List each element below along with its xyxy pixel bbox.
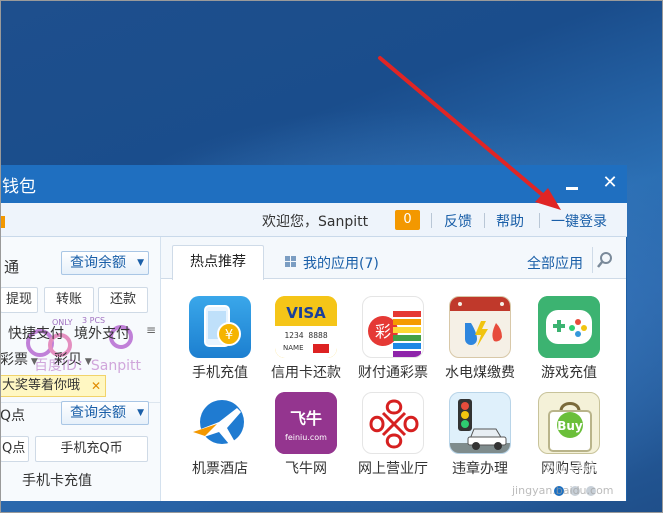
chevron-down-icon: ▼: [137, 408, 144, 418]
utilities-icon: [449, 296, 511, 358]
app-game-recharge[interactable]: 游戏充值: [524, 296, 614, 386]
close-icon[interactable]: ✕: [91, 376, 101, 396]
promo-banner[interactable]: 大奖等着你哦 ✕: [0, 375, 106, 397]
feiniu-logo-text: 飞牛: [290, 409, 322, 428]
tabs-bar: 热点推荐 我的应用(7) 全部应用: [161, 237, 626, 280]
buy-bag-icon: Buy: [538, 392, 600, 454]
phone-card-recharge-link[interactable]: 手机卡充值: [22, 470, 92, 490]
app-label: 水电煤缴费: [445, 365, 515, 381]
toolbar-divider: [431, 213, 432, 228]
chevron-down-icon: ▼: [137, 258, 144, 268]
app-label: 网购导航: [541, 461, 597, 477]
app-label: 信用卡还款: [271, 365, 341, 381]
svg-text:彩: 彩: [375, 322, 391, 341]
overseas-pay-link[interactable]: 境外支付: [74, 323, 130, 343]
traffic-car-icon: [449, 392, 511, 454]
app-label: 违章办理: [452, 461, 508, 477]
app-utilities[interactable]: 水电煤缴费: [435, 296, 525, 386]
chevron-down-icon: ▼: [82, 357, 92, 367]
app-traffic-violation[interactable]: 违章办理: [435, 392, 525, 482]
one-click-login-link[interactable]: 一键登录: [551, 211, 607, 231]
app-label: 手机充值: [192, 365, 248, 381]
app-credit-card[interactable]: VISA 1234 8888 NAME 信用卡还款: [261, 296, 351, 386]
buy-text: Buy: [557, 419, 583, 433]
toolbar-divider: [484, 213, 485, 228]
mobile-qcoin-button[interactable]: 手机充Q币: [35, 436, 148, 462]
plane-icon: [189, 392, 251, 454]
app-shopping-guide[interactable]: Buy 网购导航: [524, 392, 614, 482]
page-dot[interactable]: [570, 486, 580, 496]
query-balance-label: 查询余额: [70, 255, 126, 271]
query-qpoint-balance-button[interactable]: 查询余额 ▼: [61, 401, 149, 425]
service-name: 通: [4, 258, 20, 276]
unicom-icon: [362, 392, 424, 454]
svg-text:¥: ¥: [225, 328, 233, 343]
search-icon: [597, 252, 612, 268]
page-indicator: [554, 486, 614, 498]
page-dot[interactable]: [554, 486, 564, 496]
message-count-badge[interactable]: 0: [395, 210, 420, 230]
app-label: 财付通彩票: [358, 365, 428, 381]
cowry-menu[interactable]: 彩贝 ▼: [54, 349, 92, 369]
qpoint-recharge-button[interactable]: Q点: [0, 436, 29, 462]
repay-button[interactable]: 还款: [98, 287, 148, 313]
feiniu-icon: 飞牛 feiniu.com: [275, 392, 337, 454]
app-flights-hotels[interactable]: 机票酒店: [175, 392, 265, 482]
page-dot[interactable]: [586, 486, 596, 496]
app-feiniu[interactable]: 飞牛 feiniu.com 飞牛网: [261, 392, 351, 482]
top-toolbar: 欢迎您，Sanpitt 0 反馈 帮助 一键登录: [0, 203, 627, 237]
search-button[interactable]: [592, 247, 620, 273]
feiniu-url-text: feiniu.com: [285, 433, 327, 442]
wallet-window: 钱包 ✕ 欢迎您，Sanpitt 0 反馈 帮助 一键登录 ONLY 3 PCS…: [0, 165, 627, 501]
more-menu-icon[interactable]: ≡: [146, 323, 156, 337]
chevron-down-icon: ▼: [28, 357, 38, 367]
help-link[interactable]: 帮助: [496, 211, 524, 231]
feedback-link[interactable]: 反馈: [444, 211, 472, 231]
visa-text: VISA: [286, 304, 326, 322]
app-label: 网上营业厅: [358, 461, 428, 477]
account-panel: ONLY 3 PCS 通 查询余额 ▼ 百度ID：Sanpitt 提现 转账 还…: [0, 237, 161, 501]
qpoint-label: Q点: [0, 408, 26, 424]
credit-card-icon: VISA 1234 8888 NAME: [275, 296, 337, 358]
apps-panel: 热点推荐 我的应用(7) 全部应用 ¥ 手机充值 VISA 1234 8888 …: [161, 237, 626, 501]
toolbar-divider: [539, 213, 540, 228]
app-online-hall[interactable]: 网上营业厅: [348, 392, 438, 482]
lottery-icon: 彩: [362, 296, 424, 358]
lottery-menu[interactable]: 彩票 ▼: [0, 349, 38, 369]
promo-text: 大奖等着你哦: [2, 378, 81, 393]
window-titlebar[interactable]: 钱包 ✕: [0, 165, 627, 203]
withdraw-button[interactable]: 提现: [0, 287, 38, 313]
tab-hot-recommend[interactable]: 热点推荐: [172, 245, 264, 280]
logo-mark: [0, 216, 5, 228]
quick-pay-link[interactable]: 快捷支付: [8, 323, 64, 343]
card-name-text: NAME: [283, 344, 304, 352]
mobile-recharge-icon: ¥: [189, 296, 251, 358]
app-label: 机票酒店: [192, 461, 248, 477]
minimize-button[interactable]: [565, 175, 581, 193]
cowry-label: 彩贝: [54, 352, 82, 368]
app-lottery[interactable]: 彩 财付通彩票: [348, 296, 438, 386]
app-mobile-recharge[interactable]: ¥ 手机充值: [175, 296, 265, 386]
transfer-button[interactable]: 转账: [44, 287, 94, 313]
lottery-label: 彩票: [0, 352, 28, 368]
card-number-text: 1234 8888: [284, 331, 328, 340]
app-label: 游戏充值: [541, 365, 597, 381]
welcome-text: 欢迎您，Sanpitt: [262, 214, 369, 230]
gamepad-icon: [538, 296, 600, 358]
tab-my-apps[interactable]: 我的应用(7): [303, 253, 379, 273]
grid-icon: [285, 256, 297, 268]
close-button[interactable]: ✕: [601, 174, 619, 192]
window-title: 钱包: [2, 177, 36, 197]
all-apps-link[interactable]: 全部应用: [527, 253, 583, 273]
app-label: 飞牛网: [285, 461, 327, 477]
query-balance-button[interactable]: 查询余额 ▼: [61, 251, 149, 275]
query-balance-label: 查询余额: [70, 405, 126, 421]
